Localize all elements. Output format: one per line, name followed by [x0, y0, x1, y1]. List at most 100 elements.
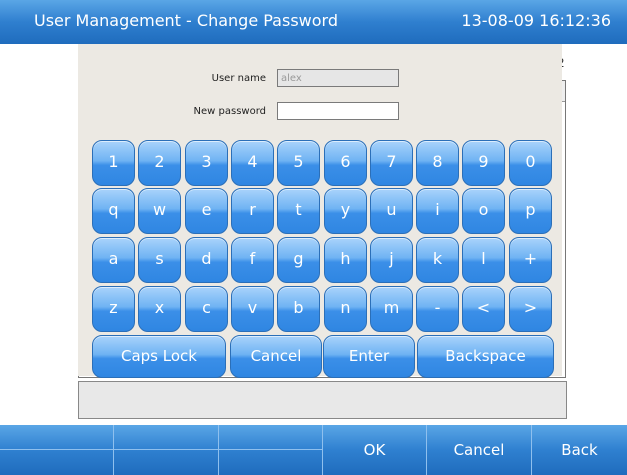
caps-lock-key[interactable]: Caps Lock	[92, 335, 226, 378]
key-row1-9[interactable]: 0	[509, 140, 552, 186]
key-label: y	[340, 200, 351, 219]
key-row3-2[interactable]: d	[185, 237, 228, 283]
key-label: 7	[386, 152, 397, 171]
key-row1-4[interactable]: 5	[277, 140, 320, 186]
key-label: d	[201, 249, 212, 268]
clock: 13-08-09 16:12:36	[461, 11, 611, 30]
key-label: u	[386, 200, 397, 219]
backspace-key-label: Backspace	[445, 347, 526, 365]
key-label: 8	[432, 152, 443, 171]
key-label: h	[340, 249, 351, 268]
key-row4-2[interactable]: c	[185, 286, 228, 332]
key-row2-2[interactable]: e	[185, 188, 228, 234]
enter-key[interactable]: Enter	[323, 335, 415, 378]
new-password-field[interactable]	[277, 102, 399, 120]
key-label: e	[201, 200, 212, 219]
key-row2-6[interactable]: u	[370, 188, 413, 234]
key-row3-8[interactable]: l	[462, 237, 505, 283]
key-label: x	[154, 298, 165, 317]
key-label: <	[476, 298, 491, 317]
enter-key-label: Enter	[348, 347, 390, 365]
cancel-key[interactable]: Cancel	[230, 335, 322, 378]
key-row3-0[interactable]: a	[92, 237, 135, 283]
key-label: v	[247, 298, 258, 317]
cancel-button[interactable]: Cancel	[427, 425, 532, 475]
key-row4-6[interactable]: m	[370, 286, 413, 332]
key-row2-4[interactable]: t	[277, 188, 320, 234]
key-row2-1[interactable]: w	[138, 188, 181, 234]
key-row4-0[interactable]: z	[92, 286, 135, 332]
key-label: n	[340, 298, 351, 317]
key-label: c	[202, 298, 211, 317]
toolbar-button-3[interactable]	[219, 425, 323, 475]
key-row4-5[interactable]: n	[324, 286, 367, 332]
key-row3-6[interactable]: j	[370, 237, 413, 283]
key-label: -	[434, 298, 441, 317]
key-label: q	[108, 200, 119, 219]
key-label: >	[523, 298, 538, 317]
key-row3-1[interactable]: s	[138, 237, 181, 283]
key-row3-3[interactable]: f	[231, 237, 274, 283]
toolbar-button-1[interactable]	[0, 425, 114, 475]
key-row3-5[interactable]: h	[324, 237, 367, 283]
key-row2-3[interactable]: r	[231, 188, 274, 234]
key-row1-7[interactable]: 8	[416, 140, 459, 186]
status-panel	[78, 381, 567, 419]
username-field	[277, 69, 399, 87]
key-row1-3[interactable]: 4	[231, 140, 274, 186]
back-button-label: Back	[561, 441, 598, 459]
key-row2-5[interactable]: y	[324, 188, 367, 234]
key-row2-8[interactable]: o	[462, 188, 505, 234]
key-label: a	[108, 249, 119, 268]
key-row1-0[interactable]: 1	[92, 140, 135, 186]
key-row4-4[interactable]: b	[277, 286, 320, 332]
back-button[interactable]: Back	[532, 425, 627, 475]
key-label: w	[152, 200, 167, 219]
key-row1-8[interactable]: 9	[462, 140, 505, 186]
cancel-button-label: Cancel	[453, 441, 505, 459]
cancel-key-label: Cancel	[250, 347, 302, 365]
key-row2-0[interactable]: q	[92, 188, 135, 234]
bottom-toolbar: OK Cancel Back	[0, 425, 627, 475]
caps-lock-key-label: Caps Lock	[121, 347, 197, 365]
key-label: b	[293, 298, 304, 317]
key-row3-4[interactable]: g	[277, 237, 320, 283]
key-row2-9[interactable]: p	[509, 188, 552, 234]
key-label: p	[525, 200, 536, 219]
key-row4-8[interactable]: <	[462, 286, 505, 332]
key-label: r	[249, 200, 256, 219]
key-label: 3	[201, 152, 212, 171]
key-row1-1[interactable]: 2	[138, 140, 181, 186]
key-row3-7[interactable]: k	[416, 237, 459, 283]
key-label: j	[389, 249, 394, 268]
key-row2-7[interactable]: i	[416, 188, 459, 234]
key-row4-9[interactable]: >	[509, 286, 552, 332]
key-label: g	[293, 249, 304, 268]
key-label: 1	[108, 152, 119, 171]
key-row4-3[interactable]: v	[231, 286, 274, 332]
key-label: k	[432, 249, 443, 268]
key-row1-5[interactable]: 6	[324, 140, 367, 186]
key-label: f	[249, 249, 256, 268]
key-label: 0	[525, 152, 536, 171]
key-row3-9[interactable]: +	[509, 237, 552, 283]
key-label: 4	[247, 152, 258, 171]
key-label: 5	[293, 152, 304, 171]
key-label: +	[523, 249, 538, 268]
new-password-label: New password	[193, 106, 266, 117]
key-row1-6[interactable]: 7	[370, 140, 413, 186]
page-title: User Management - Change Password	[34, 11, 338, 30]
ok-button[interactable]: OK	[323, 425, 427, 475]
ok-button-label: OK	[363, 441, 386, 459]
key-label: m	[383, 298, 400, 317]
backspace-key[interactable]: Backspace	[417, 335, 554, 378]
key-label: i	[435, 200, 440, 219]
key-label: 2	[154, 152, 165, 171]
key-label: 9	[478, 152, 489, 171]
key-row4-1[interactable]: x	[138, 286, 181, 332]
key-row1-2[interactable]: 3	[185, 140, 228, 186]
key-row4-7[interactable]: -	[416, 286, 459, 332]
key-label: z	[109, 298, 118, 317]
toolbar-button-2[interactable]	[114, 425, 219, 475]
title-bar: User Management - Change Password 13-08-…	[0, 0, 627, 44]
